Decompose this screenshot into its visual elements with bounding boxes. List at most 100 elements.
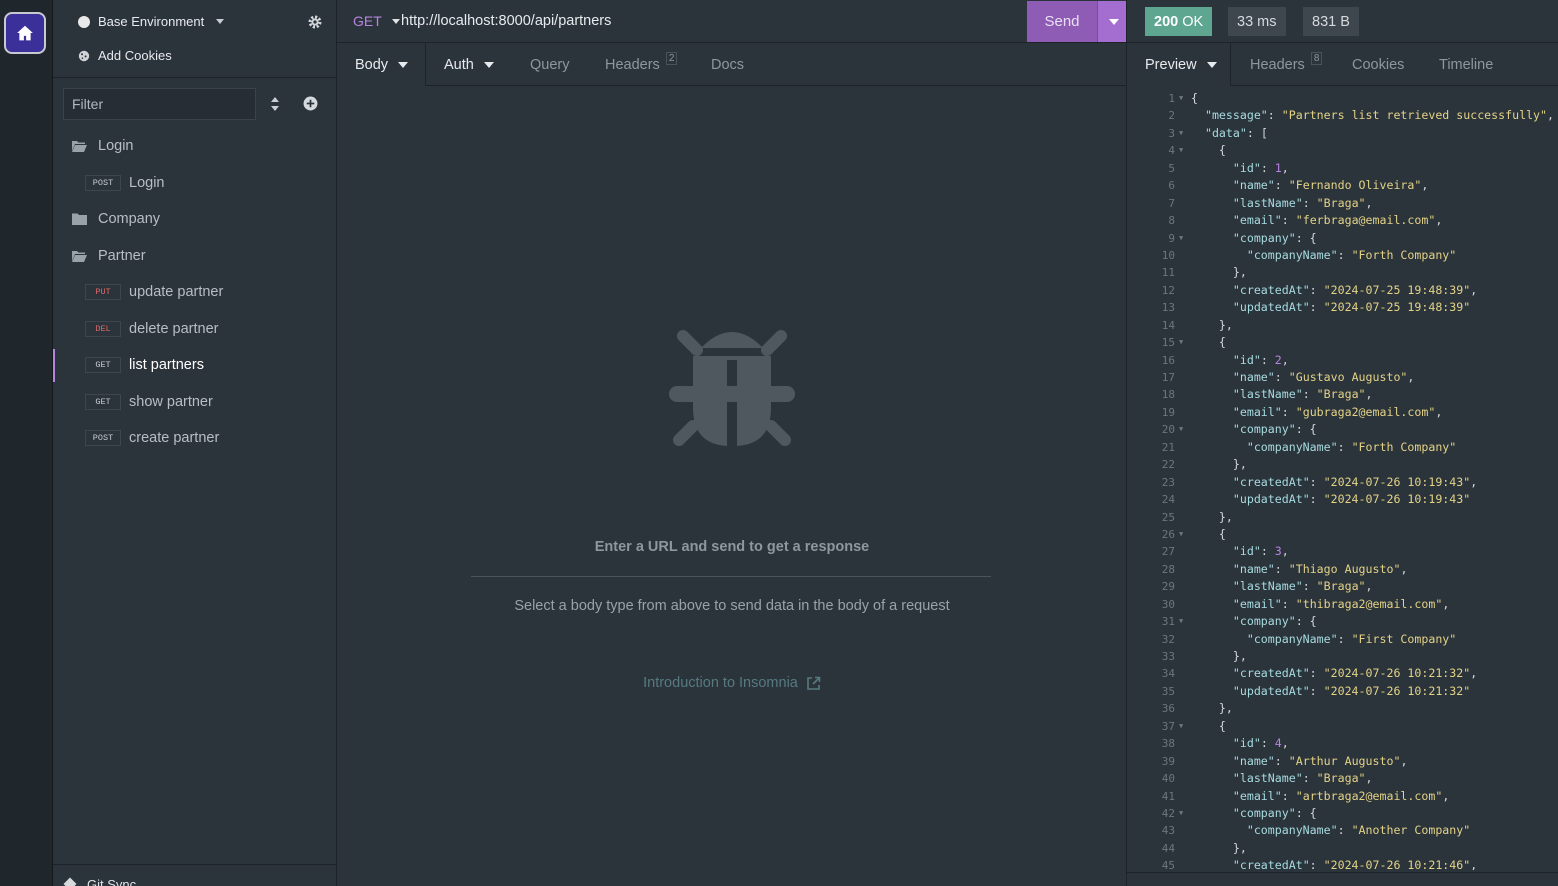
plus-circle-icon[interactable] (303, 96, 318, 111)
folder-partner[interactable]: Partner (53, 238, 337, 275)
folder-label: Company (98, 211, 161, 228)
folder-login[interactable]: Login (53, 128, 337, 165)
code-line: 39 "name": "Arthur Augusto", (1127, 753, 1558, 770)
fold-toggle-icon[interactable]: ▼ (1179, 421, 1183, 438)
code-line: 35 "updatedAt": "2024-07-26 10:21:32" (1127, 683, 1558, 700)
status-text: OK (1182, 13, 1204, 30)
code-line: 31 ▼ "company": { (1127, 613, 1558, 630)
fold-toggle-icon[interactable]: ▼ (1179, 334, 1183, 351)
code-line: 42 ▼ "company": { (1127, 805, 1558, 822)
request-delete-partner[interactable]: DEL delete partner (53, 311, 337, 348)
request-login[interactable]: POST Login (53, 165, 337, 202)
chevron-down-icon (1109, 18, 1119, 25)
tab-docs-label: Docs (711, 56, 745, 73)
fold-toggle-icon[interactable]: ▼ (1179, 90, 1183, 107)
code-line: 21 "companyName": "Forth Company" (1127, 439, 1558, 456)
folder-company[interactable]: Company (53, 201, 337, 238)
git-sync-label: Git Sync (87, 877, 137, 886)
sort-icon[interactable] (268, 96, 282, 112)
tab-timeline[interactable]: Timeline (1439, 43, 1493, 86)
code-text: }, (1191, 701, 1233, 716)
tab-query[interactable]: Query (530, 43, 570, 86)
request-label: delete partner (129, 320, 219, 337)
code-line: 37 ▼ { (1127, 718, 1558, 735)
fold-toggle-icon[interactable]: ▼ (1179, 805, 1183, 822)
code-text: "id": 4, (1232, 736, 1289, 751)
request-show-partner[interactable]: GET show partner (53, 384, 337, 421)
tab-preview[interactable]: Preview (1127, 43, 1231, 86)
line-number: 33 (1161, 650, 1175, 663)
code-line: 43 "companyName": "Another Company" (1127, 822, 1558, 839)
fold-toggle-icon[interactable]: ▼ (1179, 613, 1183, 630)
chevron-down-icon (216, 19, 225, 24)
code-text: "id": 2, (1232, 352, 1289, 367)
tab-response-headers[interactable]: Headers 8 (1250, 43, 1323, 86)
line-number: 43 (1161, 824, 1175, 838)
environment-dot-icon (78, 15, 90, 28)
home-button[interactable] (4, 12, 46, 54)
code-text: "companyName": "Forth Company" (1246, 439, 1457, 454)
method-badge: POST (85, 174, 121, 191)
headers-count-badge: 2 (665, 52, 678, 65)
code-line: 30 "email": "thibraga2@email.com", (1127, 596, 1558, 613)
code-line: 3 ▼ "data": [ (1127, 125, 1558, 142)
git-sync-button[interactable]: Git Sync (53, 864, 337, 886)
add-cookies-label: Add Cookies (98, 48, 172, 63)
method-badge: PUT (85, 284, 121, 301)
filter-input[interactable] (63, 88, 256, 120)
fold-toggle-icon[interactable]: ▼ (1179, 526, 1183, 543)
code-line: 9 ▼ "company": { (1127, 230, 1558, 247)
send-button[interactable]: Send (1027, 1, 1097, 42)
line-number: 31 (1161, 615, 1175, 629)
environment-label: Base Environment (98, 14, 205, 29)
fold-toggle-icon[interactable]: ▼ (1179, 142, 1183, 159)
code-text: "updatedAt": "2024-07-26 10:19:43" (1232, 492, 1471, 507)
code-line: 7 "lastName": "Braga", (1127, 195, 1558, 212)
code-text: "id": 1, (1232, 160, 1289, 175)
url-bar: GET http://localhost:8000/api/partners S… (337, 0, 1127, 43)
code-text: }, (1191, 265, 1247, 280)
line-number: 34 (1161, 667, 1175, 681)
tab-body[interactable]: Body (337, 43, 426, 86)
code-text: "createdAt": "2024-07-25 19:48:39", (1232, 282, 1478, 297)
line-number: 27 (1161, 545, 1175, 559)
code-line: 24 "updatedAt": "2024-07-26 10:19:43" (1127, 491, 1558, 508)
add-cookies-button[interactable]: Add Cookies (78, 48, 172, 63)
line-number: 6 (1168, 179, 1175, 193)
tab-docs[interactable]: Docs (711, 43, 744, 86)
response-status-bar: 200 OK 33 ms 831 B (1127, 0, 1558, 43)
tab-response-headers-label: Headers (1250, 56, 1305, 73)
line-number: 26 (1161, 527, 1175, 541)
send-options-button[interactable] (1097, 1, 1126, 42)
response-footer (1127, 872, 1558, 886)
introduction-link[interactable]: Introduction to Insomnia (337, 675, 1127, 691)
fold-toggle-icon[interactable]: ▼ (1179, 230, 1183, 247)
request-update-partner[interactable]: PUT update partner (53, 274, 337, 311)
git-icon (63, 877, 77, 886)
request-create-partner[interactable]: POST create partner (53, 420, 337, 457)
tab-headers[interactable]: Headers 2 (605, 43, 678, 86)
tab-cookies[interactable]: Cookies (1352, 43, 1404, 86)
url-input[interactable]: http://localhost:8000/api/partners (401, 13, 611, 29)
code-text: { (1191, 143, 1226, 158)
code-line: 33 }, (1127, 648, 1558, 665)
code-line: 38 "id": 4, (1127, 735, 1558, 752)
code-line: 15 ▼ { (1127, 334, 1558, 351)
line-number: 18 (1161, 388, 1175, 402)
folder-label: Login (98, 138, 134, 155)
code-text: }, (1191, 649, 1247, 663)
request-list-partners[interactable]: GET list partners (53, 347, 337, 384)
environment-selector[interactable]: Base Environment (78, 14, 225, 29)
response-time-badge: 33 ms (1228, 7, 1286, 36)
line-number: 29 (1161, 580, 1175, 594)
gear-icon[interactable] (307, 14, 323, 30)
code-line: 41 "email": "artbraga2@email.com", (1127, 788, 1558, 805)
fold-toggle-icon[interactable]: ▼ (1179, 125, 1183, 142)
method-selector[interactable]: GET (353, 13, 400, 29)
response-body-viewer[interactable]: 1 ▼ {2 "message": "Partners list retrieved… (1127, 90, 1558, 870)
fold-toggle-icon[interactable]: ▼ (1179, 718, 1183, 735)
chevron-down-icon (398, 61, 409, 68)
tab-auth[interactable]: Auth (444, 43, 494, 86)
code-text: "email": "artbraga2@email.com", (1232, 788, 1450, 803)
code-line: 18 "lastName": "Braga", (1127, 386, 1558, 403)
